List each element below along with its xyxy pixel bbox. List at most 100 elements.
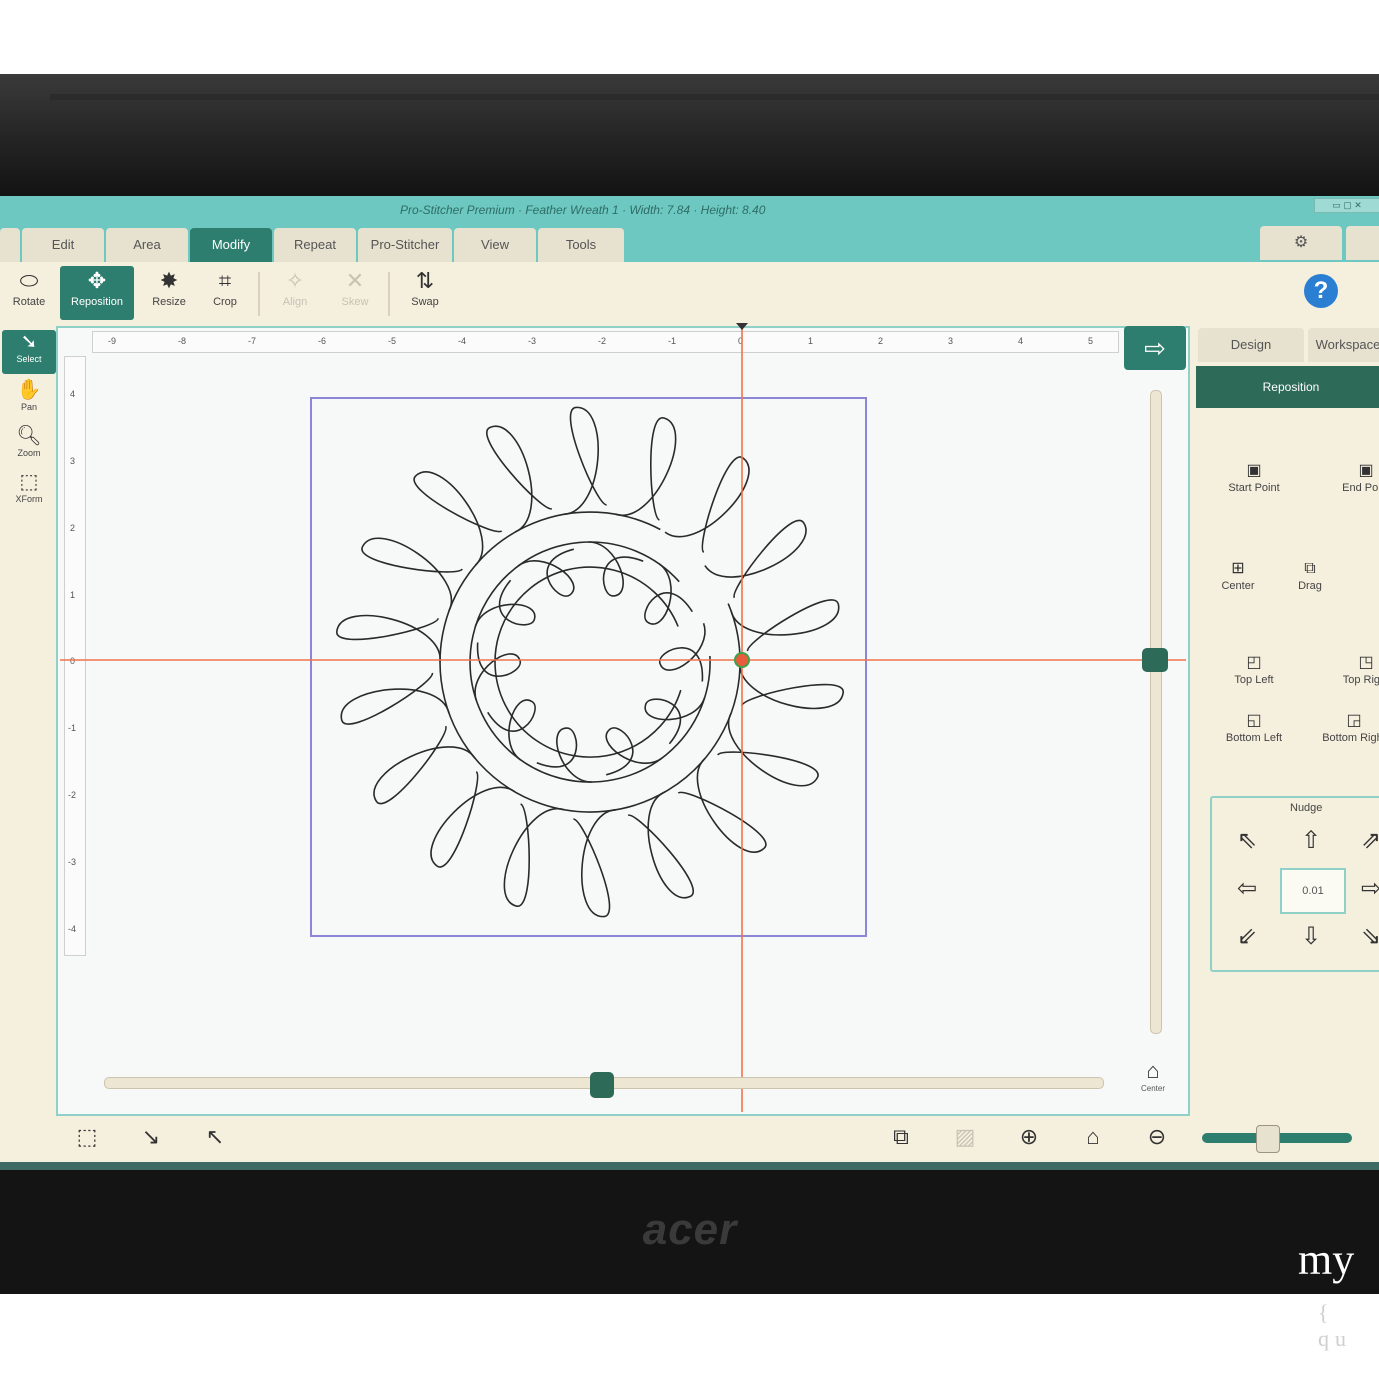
- feather-stroke: [664, 456, 750, 553]
- brand-logo: acer: [642, 1205, 738, 1254]
- feather-stroke: [361, 537, 463, 612]
- arrow-down-right-icon: ⇘: [1360, 923, 1379, 950]
- center-view-button[interactable]: ⌂ Center: [1130, 1058, 1176, 1104]
- nudge-right-button[interactable]: ⇨: [1356, 874, 1379, 903]
- layers-icon: ⧉: [893, 1124, 909, 1149]
- select-box-icon: ⬚: [76, 1124, 98, 1149]
- nudge-up-left-button[interactable]: ⇖: [1232, 826, 1262, 855]
- nudge-down-right-button[interactable]: ⇘: [1356, 922, 1379, 951]
- feather-stroke: [486, 425, 553, 533]
- top-right-button[interactable]: ◳ Top Right: [1326, 652, 1379, 696]
- top-left-button[interactable]: ◰ Top Left: [1214, 652, 1294, 696]
- arrow-right-icon: ⇨: [1360, 875, 1379, 902]
- arrow-down-left-icon: ⇙: [1236, 923, 1258, 950]
- arrow-up-right-icon: ⇗: [1360, 827, 1379, 854]
- app-screen: Pro-Stitcher Premium · Feather Wreath 1 …: [0, 196, 1379, 1164]
- feather-stroke: [474, 642, 521, 701]
- arrow-right-icon: ⇨: [1144, 333, 1166, 363]
- tab-workspace[interactable]: Workspace: [1308, 328, 1379, 362]
- arrow-left-icon: ⇦: [1236, 875, 1258, 902]
- feather-stroke: [517, 548, 575, 597]
- bottom-left-label: Bottom Left: [1225, 732, 1283, 744]
- feather-stroke: [430, 771, 516, 868]
- bottom-left-icon: ◱: [1246, 712, 1262, 729]
- needle-back-icon: ↖: [205, 1124, 225, 1149]
- nudge-left-button[interactable]: ⇦: [1232, 874, 1262, 903]
- zoom-in-icon: ⊕: [1019, 1124, 1039, 1149]
- feather-wreath-design: [335, 406, 845, 918]
- tablet-top-bezel: [0, 74, 1379, 194]
- feather-stroke: [644, 563, 693, 625]
- tablet-bezel-strip: [50, 94, 1379, 100]
- center-view-label: Center: [1140, 1084, 1165, 1093]
- start-point-icon: ▣: [1246, 462, 1262, 479]
- first-point-button[interactable]: ↘: [136, 1124, 166, 1150]
- center-icon: ⊞: [1231, 560, 1245, 577]
- needle-icon: ↘: [141, 1124, 161, 1149]
- top-right-icon: ◳: [1358, 654, 1374, 671]
- feather-stroke: [503, 803, 565, 907]
- zoom-out-icon: ⊖: [1147, 1124, 1167, 1149]
- image-icon: ▨: [954, 1124, 976, 1149]
- nudge-amount-field[interactable]: 0.01: [1280, 868, 1346, 914]
- feather-stroke: [717, 712, 819, 787]
- home-icon: ⌂: [1086, 1124, 1100, 1149]
- top-right-label: Top Right: [1342, 674, 1379, 686]
- drag-icon: ⧉: [1304, 560, 1316, 577]
- start-point-button[interactable]: ▣ Start Point: [1214, 460, 1294, 504]
- image-button[interactable]: ▨: [950, 1124, 980, 1150]
- bottom-right-button[interactable]: ◲ Bottom Right: [1314, 710, 1379, 754]
- ruler-marker: [736, 323, 748, 330]
- tab-design[interactable]: Design: [1198, 328, 1304, 362]
- nudge-down-button[interactable]: ⇩: [1296, 922, 1326, 951]
- feather-stroke: [659, 623, 706, 682]
- top-left-icon: ◰: [1246, 654, 1262, 671]
- watermark-subtext: { qu: [1318, 1300, 1352, 1351]
- bottom-right-icon: ◲: [1346, 712, 1362, 729]
- screen-bottom-edge: [0, 1162, 1379, 1170]
- nudge-down-left-button[interactable]: ⇙: [1232, 922, 1262, 951]
- feather-stroke: [563, 406, 607, 516]
- drag-button[interactable]: ⧉ Drag: [1270, 558, 1350, 602]
- nudge-title: Nudge: [1290, 802, 1323, 814]
- feather-stroke: [439, 511, 741, 813]
- feather-stroke: [573, 808, 617, 918]
- layers-button[interactable]: ⧉: [886, 1124, 916, 1150]
- nudge-up-right-button[interactable]: ⇗: [1356, 826, 1379, 855]
- end-point-icon: ▣: [1358, 462, 1374, 479]
- watermark-text: my: [1298, 1235, 1355, 1284]
- vertical-scroll-thumb[interactable]: [1142, 648, 1168, 672]
- top-left-label: Top Left: [1234, 674, 1274, 686]
- last-point-button[interactable]: ↖: [200, 1124, 230, 1150]
- vertical-scroll-track[interactable]: [1150, 390, 1162, 1034]
- end-point-button[interactable]: ▣ End Point: [1326, 460, 1379, 504]
- panel-header: Reposition: [1196, 366, 1379, 408]
- end-point-label: End Point: [1342, 482, 1379, 494]
- zoom-out-button[interactable]: ⊖: [1142, 1124, 1172, 1150]
- zoom-slider-thumb[interactable]: [1256, 1125, 1280, 1153]
- arrow-up-icon: ⇧: [1300, 827, 1322, 854]
- start-point-marker: [734, 652, 750, 668]
- panel-toggle-button[interactable]: ⇨: [1124, 326, 1186, 370]
- zoom-in-button[interactable]: ⊕: [1014, 1124, 1044, 1150]
- feather-stroke: [730, 599, 840, 652]
- feather-stroke: [739, 661, 845, 710]
- home-icon: ⌂: [1146, 1058, 1160, 1083]
- feather-stroke: [704, 519, 807, 599]
- feather-stroke: [335, 614, 441, 663]
- center-label: Center: [1221, 580, 1255, 592]
- horizontal-scroll-thumb[interactable]: [590, 1072, 614, 1098]
- bottom-right-label: Bottom Right: [1322, 732, 1379, 744]
- feather-stroke: [340, 672, 450, 725]
- drag-label: Drag: [1298, 580, 1322, 592]
- home-view-button[interactable]: ⌂: [1078, 1124, 1108, 1150]
- feather-stroke: [469, 541, 711, 783]
- start-point-label: Start Point: [1228, 482, 1280, 494]
- feather-stroke: [615, 417, 677, 521]
- nudge-up-button[interactable]: ⇧: [1296, 826, 1326, 855]
- bottom-left-button[interactable]: ◱ Bottom Left: [1214, 710, 1294, 754]
- feather-stroke: [605, 727, 663, 776]
- select-all-button[interactable]: ⬚: [72, 1124, 102, 1150]
- center-button[interactable]: ⊞ Center: [1198, 558, 1278, 602]
- arrow-up-left-icon: ⇖: [1236, 827, 1258, 854]
